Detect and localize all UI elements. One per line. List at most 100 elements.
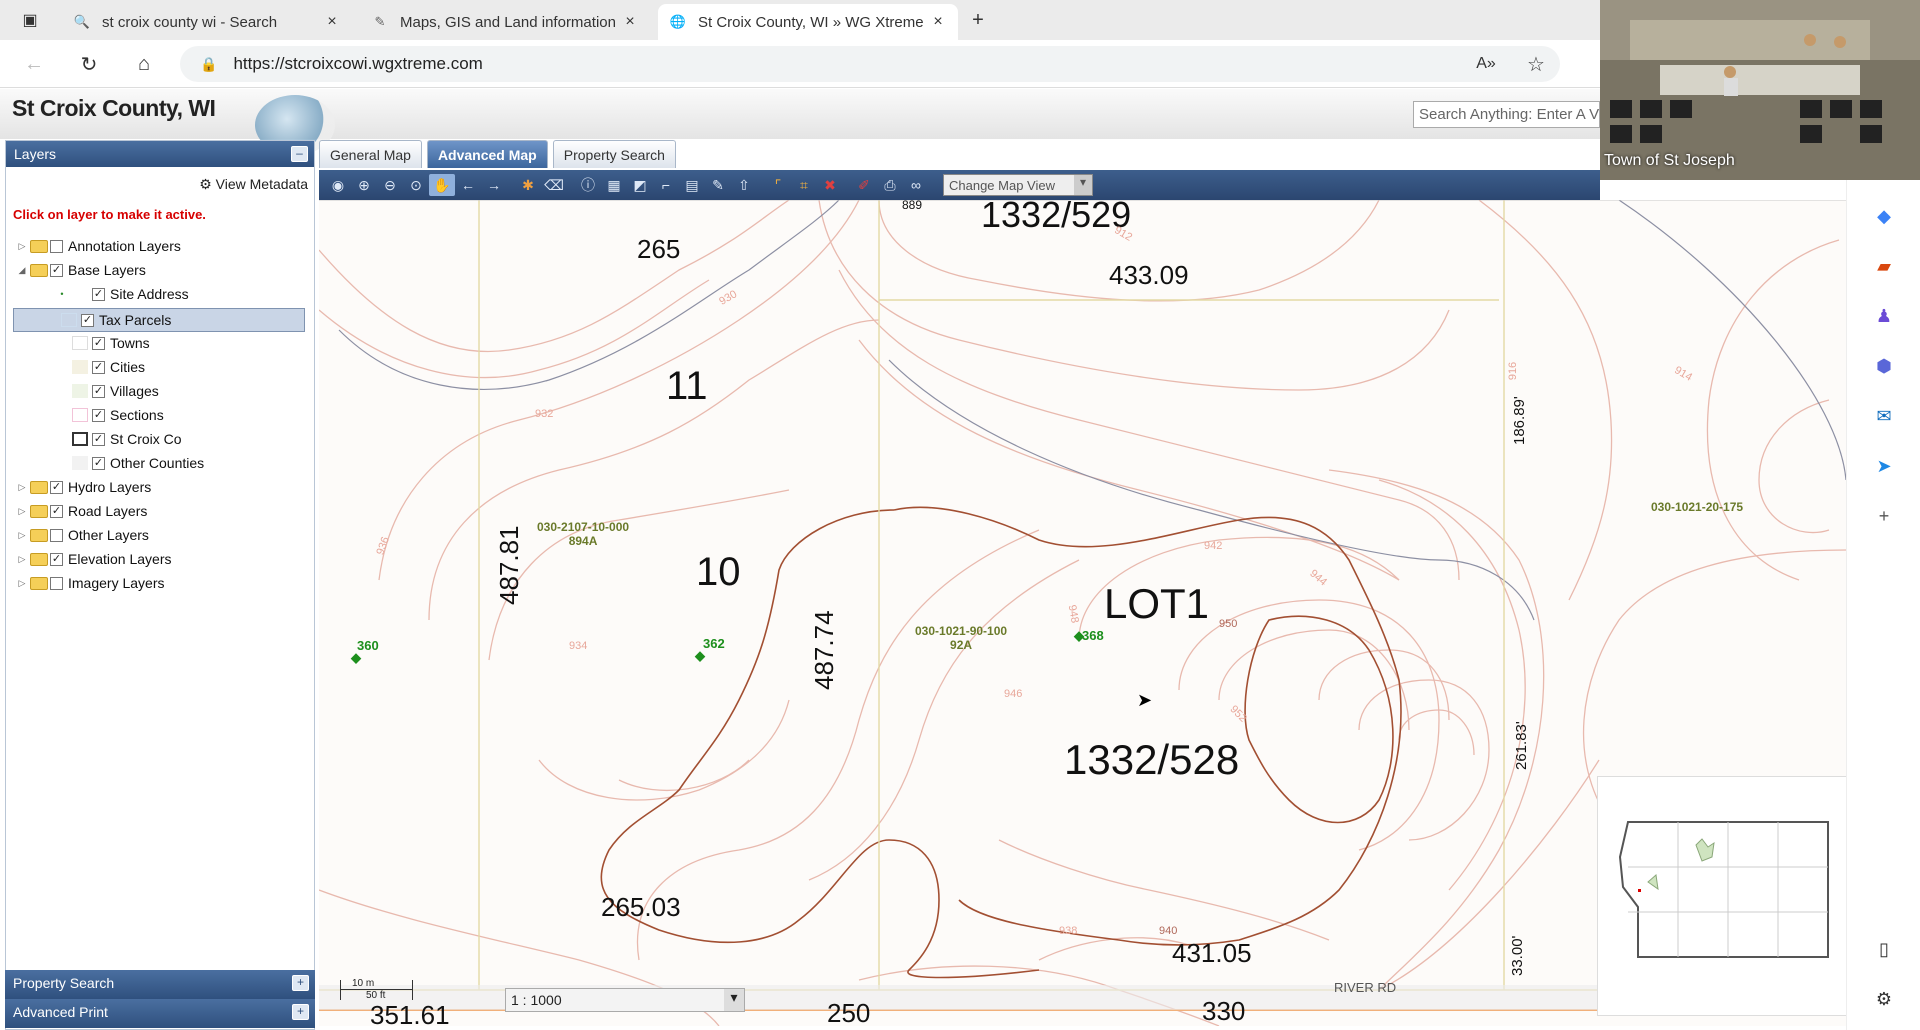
layer-villages[interactable]: ✓ Villages — [56, 381, 159, 401]
layer-checkbox[interactable]: ✓ — [81, 313, 94, 327]
expand-icon[interactable]: ▷ — [16, 482, 28, 493]
attribute-table-icon[interactable]: ▦ — [601, 174, 627, 196]
office-icon[interactable]: ⬢ — [1873, 355, 1895, 377]
layer-road[interactable]: ▷ ✓ Road Layers — [16, 501, 148, 521]
property-search-panel[interactable]: Property Search + — [5, 970, 315, 999]
layer-sections[interactable]: ✓ Sections — [56, 405, 164, 425]
expand-icon[interactable]: ▷ — [16, 506, 28, 517]
layer-tax-parcels[interactable]: ✓ Tax Parcels — [13, 308, 305, 332]
layer-other-counties[interactable]: ✓ Other Counties — [56, 453, 204, 473]
select-corner-icon[interactable]: ⌜ — [765, 174, 791, 196]
layer-checkbox[interactable]: ✓ — [92, 432, 105, 446]
layer-checkbox[interactable]: ✓ — [92, 360, 105, 374]
layer-checkbox[interactable]: ✓ — [50, 552, 63, 566]
read-aloud-icon[interactable]: A» — [1472, 50, 1500, 78]
layer-other[interactable]: ▷ Other Layers — [16, 525, 149, 545]
eraser-icon[interactable]: ⌫ — [541, 174, 567, 196]
zoom-box-icon[interactable]: ⊙ — [403, 174, 429, 196]
close-icon[interactable]: × — [930, 13, 946, 31]
change-map-view-select[interactable]: Change Map View — [943, 174, 1093, 196]
favorite-star-icon[interactable]: ☆ — [1522, 50, 1550, 78]
outlook-icon[interactable]: ✉ — [1873, 405, 1895, 427]
layer-elevation[interactable]: ▷ ✓ Elevation Layers — [16, 549, 172, 569]
clear-select-icon[interactable]: ✖ — [817, 174, 843, 196]
send-icon[interactable]: ➤ — [1873, 455, 1895, 477]
document-icon[interactable]: ▤ — [679, 174, 705, 196]
layer-checkbox[interactable]: ✓ — [50, 504, 63, 518]
collapse-icon[interactable]: – — [291, 146, 308, 162]
info-icon[interactable]: ⓘ — [575, 174, 601, 196]
layer-hydro[interactable]: ▷ ✓ Hydro Layers — [16, 477, 152, 497]
layer-imagery[interactable]: ▷ Imagery Layers — [16, 573, 165, 593]
new-tab-icon[interactable]: + — [964, 6, 992, 34]
url-field[interactable]: 🔒 https://stcroixcowi.wgxtreme.com — [180, 46, 1560, 82]
layer-checkbox[interactable] — [50, 528, 63, 542]
games-icon[interactable]: ♟ — [1873, 305, 1895, 327]
layer-checkbox[interactable] — [50, 576, 63, 590]
expand-icon[interactable]: ▷ — [16, 554, 28, 565]
tag-icon[interactable]: ◆ — [1873, 205, 1895, 227]
up-arrow-icon[interactable]: ⇧ — [731, 174, 757, 196]
home-icon[interactable]: ⌂ — [130, 50, 158, 78]
link-icon[interactable]: ∞ — [903, 174, 929, 196]
close-icon[interactable]: × — [324, 13, 340, 31]
expand-icon[interactable]: ▷ — [16, 241, 28, 252]
tab-property-search[interactable]: Property Search — [552, 140, 676, 168]
layer-checkbox[interactable]: ✓ — [92, 384, 105, 398]
full-extent-icon[interactable]: ◉ — [325, 174, 351, 196]
layer-base[interactable]: ◢ ✓ Base Layers — [16, 260, 146, 280]
layer-checkbox[interactable]: ✓ — [50, 480, 63, 494]
pencil-icon[interactable]: ✎ — [705, 174, 731, 196]
expand-icon[interactable]: ▷ — [16, 578, 28, 589]
overview-map[interactable] — [1597, 776, 1847, 1016]
search-anything-input[interactable]: Search Anything: Enter A V — [1413, 101, 1600, 128]
print-icon[interactable]: ⎙ — [877, 174, 903, 196]
collapse-tree-icon[interactable]: ◢ — [16, 265, 28, 276]
briefcase-icon[interactable]: ▰ — [1873, 255, 1895, 277]
contour-label: 932 — [535, 408, 554, 420]
layer-annotation[interactable]: ▷ Annotation Layers — [16, 236, 181, 256]
previous-extent-icon[interactable]: ← — [455, 174, 481, 196]
address-point[interactable]: 362 — [703, 636, 725, 651]
layer-checkbox[interactable]: ✓ — [92, 456, 105, 470]
layer-checkbox[interactable]: ✓ — [50, 263, 63, 277]
add-icon[interactable]: + — [1873, 505, 1895, 527]
layer-towns[interactable]: ✓ Towns — [56, 333, 150, 353]
tab-general-map[interactable]: General Map — [319, 140, 422, 168]
tab-actions-icon[interactable]: ▣ — [16, 6, 44, 34]
browser-tab-wgxtreme[interactable]: 🌐 St Croix County, WI » WG Xtreme × — [658, 4, 958, 40]
settings-gear-icon[interactable]: ⚙ — [1873, 988, 1895, 1010]
measure-line-icon[interactable]: ⌐ — [653, 174, 679, 196]
scale-select[interactable]: 1 : 1000 — [505, 988, 745, 1012]
address-point[interactable]: 368 — [1082, 628, 1104, 643]
layer-st-croix-co[interactable]: ✓ St Croix Co — [56, 429, 182, 449]
close-icon[interactable]: × — [622, 13, 638, 31]
sidebar-toggle-icon[interactable]: ▯ — [1873, 938, 1895, 960]
zoom-in-icon[interactable]: ⊕ — [351, 174, 377, 196]
view-metadata-button[interactable]: ⚙ View Metadata — [199, 176, 308, 193]
expand-panel-icon[interactable]: + — [292, 1004, 309, 1020]
globe-icon: 🌐 — [669, 14, 687, 29]
expand-panel-icon[interactable]: + — [292, 975, 309, 991]
zoom-out-icon[interactable]: ⊖ — [377, 174, 403, 196]
next-extent-icon[interactable]: → — [481, 174, 507, 196]
layer-site-address[interactable]: • ✓ Site Address — [56, 284, 188, 304]
layer-checkbox[interactable] — [50, 239, 63, 253]
layer-checkbox[interactable]: ✓ — [92, 287, 105, 301]
layer-cities[interactable]: ✓ Cities — [56, 357, 145, 377]
layer-checkbox[interactable]: ✓ — [92, 336, 105, 350]
identify-multiple-icon[interactable]: ✱ — [515, 174, 541, 196]
reload-icon[interactable]: ↻ — [75, 50, 103, 78]
map-label-dimension: 487.81 — [494, 525, 524, 605]
tab-advanced-map[interactable]: Advanced Map — [426, 140, 548, 168]
redline-icon[interactable]: ✐ — [851, 174, 877, 196]
browser-tab-maps[interactable]: ✎ Maps, GIS and Land information × — [360, 4, 650, 40]
layer-checkbox[interactable]: ✓ — [92, 408, 105, 422]
crop-icon[interactable]: ⌗ — [791, 174, 817, 196]
back-icon[interactable]: ← — [20, 50, 48, 78]
browser-tab-search[interactable]: 🔍 st croix county wi - Search × — [62, 4, 352, 40]
expand-icon[interactable]: ▷ — [16, 530, 28, 541]
measure-area-icon[interactable]: ◩ — [627, 174, 653, 196]
pan-hand-icon[interactable]: ✋ — [429, 174, 455, 196]
advanced-print-panel[interactable]: Advanced Print + — [5, 999, 315, 1028]
